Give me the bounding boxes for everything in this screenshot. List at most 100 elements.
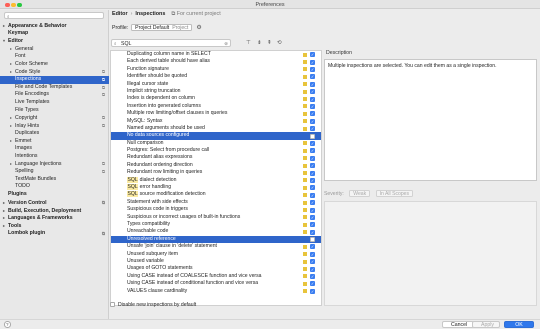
- inspection-row[interactable]: SQL source modification detection ✓: [111, 191, 321, 198]
- sidebar-item[interactable]: ▸ Appearance & Behavior: [0, 22, 109, 30]
- inspection-row[interactable]: Unsafe 'join' clause in 'delete' stateme…: [111, 243, 321, 250]
- inspection-checkbox[interactable]: ✓: [310, 96, 315, 102]
- inspection-row[interactable]: Unresolved reference ✓: [111, 235, 321, 244]
- inspection-row[interactable]: Insertion into generated columns ✓: [111, 103, 321, 110]
- inspection-row[interactable]: Named arguments should be used ✓: [111, 125, 321, 132]
- inspection-row[interactable]: Using CASE instead of COALESCE function …: [111, 273, 321, 280]
- sidebar-item[interactable]: Duplicates: [0, 130, 109, 138]
- inspection-checkbox[interactable]: ✓: [310, 140, 315, 146]
- inspection-checkbox[interactable]: ✓: [310, 192, 315, 198]
- inspection-checkbox[interactable]: ✓: [310, 237, 315, 243]
- sidebar-item[interactable]: File Encodings ⧉: [0, 91, 109, 99]
- inspection-row[interactable]: Each derived table should have alias ✓: [111, 58, 321, 65]
- inspection-row[interactable]: No data sources configured ✓: [111, 132, 321, 140]
- inspection-row[interactable]: Statement with side effects ✓: [111, 199, 321, 206]
- sidebar-item[interactable]: ▸ Tools: [0, 222, 109, 230]
- inspection-checkbox[interactable]: ✓: [310, 74, 315, 80]
- inspection-search-input[interactable]: ⌕ SQL ⊗: [111, 39, 231, 47]
- inspection-row[interactable]: Unused variable ✓: [111, 258, 321, 265]
- inspection-checkbox[interactable]: ✓: [310, 200, 315, 206]
- sidebar-item[interactable]: Images: [0, 145, 109, 153]
- inspection-row[interactable]: Duplicating column name in SELECT ✓: [111, 51, 321, 58]
- disable-new-checkbox[interactable]: [110, 302, 115, 308]
- filter-icon[interactable]: ⊤: [246, 40, 251, 46]
- sidebar-item[interactable]: ▸ Color Scheme: [0, 60, 109, 68]
- inspection-checkbox[interactable]: ✓: [310, 185, 315, 191]
- sidebar-item[interactable]: Lombok plugin ⧉: [0, 230, 109, 238]
- inspection-row[interactable]: Redundant alias expressions ✓: [111, 154, 321, 161]
- inspection-row[interactable]: Suspicious code in triggers ✓: [111, 206, 321, 213]
- reset-icon[interactable]: ⟲: [277, 40, 282, 46]
- profile-dropdown[interactable]: Project Default Project: [131, 24, 193, 31]
- inspection-checkbox[interactable]: ✓: [310, 52, 315, 58]
- inspection-checkbox[interactable]: ✓: [310, 281, 315, 287]
- inspection-checkbox[interactable]: ✓: [310, 118, 315, 124]
- inspection-checkbox[interactable]: ✓: [310, 81, 315, 87]
- sidebar-item[interactable]: ▸ Copyright ⧉: [0, 114, 109, 122]
- inspection-checkbox[interactable]: ✓: [310, 214, 315, 220]
- expand-all-icon[interactable]: ⇟: [257, 40, 262, 46]
- inspection-checkbox[interactable]: ✓: [310, 222, 315, 228]
- inspection-row[interactable]: Multiple row limiting/offset clauses in …: [111, 110, 321, 117]
- inspection-checkbox[interactable]: ✓: [310, 155, 315, 161]
- gear-icon[interactable]: ⚙: [196, 24, 201, 31]
- inspection-row[interactable]: Usages of GOTO statements ✓: [111, 265, 321, 272]
- inspection-row[interactable]: Index is dependent on column ✓: [111, 95, 321, 102]
- inspection-row[interactable]: SQL error handling ✓: [111, 184, 321, 191]
- sidebar-item[interactable]: Intentions: [0, 153, 109, 161]
- inspection-row[interactable]: Using CASE instead of conditional functi…: [111, 280, 321, 287]
- inspection-checkbox[interactable]: ✓: [310, 133, 315, 139]
- inspection-checkbox[interactable]: ✓: [310, 259, 315, 265]
- sidebar-item[interactable]: ▸ Emmet: [0, 137, 109, 145]
- sidebar-item[interactable]: ▸ Language Injections ⧉: [0, 160, 109, 168]
- inspection-row[interactable]: Implicit string truncation ✓: [111, 88, 321, 95]
- sidebar-item[interactable]: Live Templates: [0, 99, 109, 107]
- sidebar-item[interactable]: Keymap: [0, 30, 109, 38]
- inspection-row[interactable]: Function signature ✓: [111, 66, 321, 73]
- sidebar-item[interactable]: File and Code Templates ⧉: [0, 84, 109, 92]
- settings-search-input[interactable]: ⌕: [4, 12, 104, 19]
- inspection-row[interactable]: Redundant ordering direction ✓: [111, 162, 321, 169]
- sidebar-item[interactable]: Spelling ⧉: [0, 168, 109, 176]
- sidebar-item[interactable]: ▾ Editor: [0, 37, 109, 45]
- sidebar-item[interactable]: ▸ Build, Execution, Deployment: [0, 207, 109, 215]
- clear-search-icon[interactable]: ⊗: [224, 41, 228, 47]
- inspection-checkbox[interactable]: ✓: [310, 177, 315, 183]
- help-button[interactable]: ?: [4, 321, 11, 328]
- inspection-checkbox[interactable]: ✓: [310, 170, 315, 176]
- cancel-button[interactable]: Cancel: [442, 321, 474, 328]
- inspection-row[interactable]: Unused subquery item ✓: [111, 251, 321, 258]
- inspection-row[interactable]: Redundant row limiting in queries ✓: [111, 169, 321, 176]
- inspection-checkbox[interactable]: ✓: [310, 104, 315, 110]
- sidebar-item[interactable]: ▸ General: [0, 45, 109, 53]
- inspection-row[interactable]: Suspicious or incorrect usages of built-…: [111, 214, 321, 221]
- sidebar-item[interactable]: Font: [0, 53, 109, 61]
- inspection-checkbox[interactable]: ✓: [310, 251, 315, 257]
- inspection-checkbox[interactable]: ✓: [310, 266, 315, 272]
- sidebar-item[interactable]: ▸ Inlay Hints ⧉: [0, 122, 109, 130]
- inspection-checkbox[interactable]: ✓: [310, 229, 315, 235]
- sidebar-item[interactable]: File Types: [0, 107, 109, 115]
- sidebar-item[interactable]: ▸ Languages & Frameworks: [0, 214, 109, 222]
- inspection-checkbox[interactable]: ✓: [310, 111, 315, 117]
- sidebar-item[interactable]: ▸ Code Style ⧉: [0, 68, 109, 76]
- inspection-row[interactable]: MySQL: Syntax ✓: [111, 118, 321, 125]
- sidebar-item[interactable]: Inspections ⧉: [0, 75, 109, 84]
- apply-button[interactable]: Apply: [472, 321, 500, 328]
- inspection-checkbox[interactable]: ✓: [310, 274, 315, 280]
- inspection-row[interactable]: SQL dialect detection ✓: [111, 176, 321, 184]
- inspection-checkbox[interactable]: ✓: [310, 244, 315, 250]
- disable-new-inspections[interactable]: Disable new inspections by default: [110, 302, 196, 308]
- inspection-checkbox[interactable]: ✓: [310, 126, 315, 132]
- inspection-checkbox[interactable]: ✓: [310, 148, 315, 154]
- inspection-row[interactable]: Identifier should be quoted ✓: [111, 73, 321, 80]
- inspection-row[interactable]: Types compatibility ✓: [111, 221, 321, 228]
- inspection-checkbox[interactable]: ✓: [310, 67, 315, 73]
- inspection-row[interactable]: Postgres: Select from procedure call ✓: [111, 147, 321, 154]
- collapse-all-icon[interactable]: ⇞: [267, 40, 272, 46]
- inspection-row[interactable]: Unreachable code ✓: [111, 228, 321, 235]
- breadcrumb-editor[interactable]: Editor: [112, 11, 128, 17]
- inspection-checkbox[interactable]: ✓: [310, 163, 315, 169]
- inspection-row[interactable]: Illegal cursor state ✓: [111, 81, 321, 88]
- sidebar-item[interactable]: TODO: [0, 183, 109, 191]
